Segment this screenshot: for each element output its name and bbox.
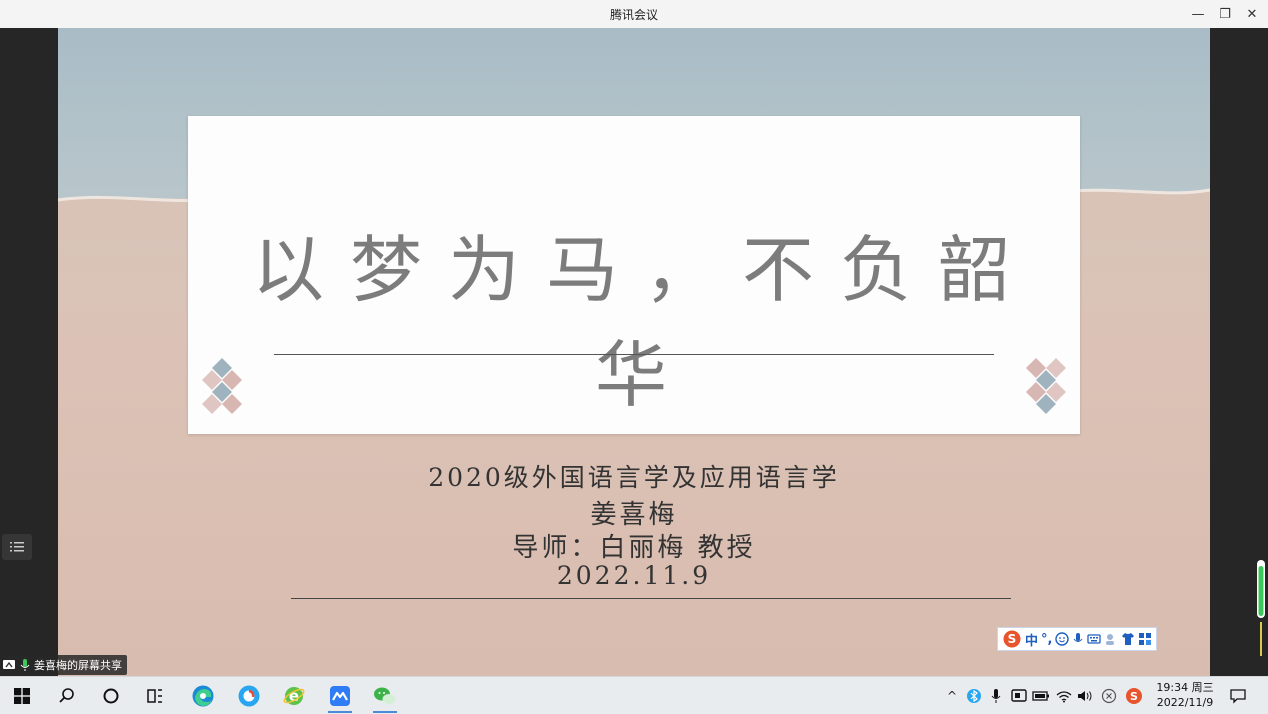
taskbar: e ^ S 19:34 周三 2022/11/9 (0, 676, 1268, 714)
speaker-icon (1078, 690, 1092, 701)
tray-meeting-tool[interactable] (1009, 677, 1029, 714)
svg-text:S: S (1130, 690, 1138, 703)
svg-text:S: S (1008, 632, 1017, 646)
battery-icon (1032, 690, 1049, 701)
member-list-toggle[interactable] (2, 534, 32, 560)
advisor-line: 导师：白丽梅 教授 (512, 533, 756, 563)
bottom-divider (291, 598, 1011, 599)
show-hidden-icons-button[interactable]: ^ (944, 677, 960, 714)
sogou-logo-icon[interactable]: S (1002, 630, 1022, 648)
taskbar-tencent-meeting[interactable] (320, 677, 360, 714)
close-button[interactable]: ✕ (1241, 4, 1263, 24)
skin-shirt-icon[interactable] (1121, 632, 1135, 646)
diamond-ornament-left (202, 358, 242, 414)
start-button[interactable] (2, 677, 42, 714)
slide-date: 2022.11.9 (556, 561, 712, 590)
taskbar-browser[interactable] (229, 677, 269, 714)
toolbox-grid-icon[interactable] (1138, 632, 1152, 646)
diamond-ornament-right (1026, 358, 1066, 414)
ie-browser-icon: e (283, 686, 305, 705)
volume-level-indicator (1257, 560, 1265, 656)
title-card: 以梦为马，不负韶华 (188, 116, 1080, 434)
taskbar-wechat[interactable] (365, 677, 405, 714)
tray-battery[interactable] (1031, 677, 1051, 714)
microphone-icon (20, 659, 30, 671)
microphone-icon (991, 688, 1001, 703)
tray-app-icon[interactable] (964, 677, 984, 714)
tray-status[interactable] (1099, 677, 1119, 714)
taskbar-ie[interactable]: e (274, 677, 314, 714)
tray-wifi[interactable] (1054, 677, 1074, 714)
screen-share-label: 姜喜梅的屏幕共享 (0, 655, 127, 675)
search-button[interactable] (47, 677, 87, 714)
ime-language-toggle[interactable]: 中 (1025, 630, 1038, 649)
title-bar: 腾讯会议 — ❐ ✕ (0, 0, 1268, 28)
bluetooth-app-icon (967, 688, 981, 703)
restore-button[interactable]: ❐ (1214, 4, 1236, 24)
taskbar-edge[interactable] (183, 677, 223, 714)
voice-input-icon[interactable] (1072, 632, 1084, 646)
list-icon (10, 542, 24, 552)
share-label-text: 姜喜梅的屏幕共享 (34, 659, 122, 672)
user-icon[interactable] (1104, 632, 1118, 646)
class-line: 2020级外国语言学及应用语言学 (428, 463, 840, 492)
action-center-button[interactable] (1226, 677, 1250, 714)
ime-toolbar: S 中 °, (997, 627, 1158, 651)
task-view-icon (147, 688, 162, 703)
search-icon (59, 687, 74, 703)
window-title: 腾讯会议 (609, 8, 658, 22)
sogou-ime-icon: S (1126, 687, 1142, 704)
wifi-icon (1056, 690, 1072, 702)
clock-date: 2022/11/9 (1156, 696, 1214, 709)
minimize-button[interactable]: — (1187, 4, 1209, 24)
task-view-button[interactable] (135, 677, 175, 714)
share-screen-icon (3, 660, 15, 669)
wechat-icon (374, 687, 396, 704)
shared-slide: 以梦为马，不负韶华 2020级外国语言学及应用语言学 姜喜梅 导师：白丽梅 教授… (58, 28, 1210, 676)
student-name: 姜喜梅 (590, 500, 678, 530)
emoji-icon[interactable] (1055, 632, 1070, 646)
clock-time: 19:34 周三 (1156, 681, 1214, 694)
close-circle-icon (1101, 688, 1117, 703)
cortana-circle-icon (103, 688, 119, 703)
taskbar-clock[interactable]: 19:34 周三 2022/11/9 (1153, 680, 1217, 710)
screen-tool-icon (1011, 688, 1027, 702)
meeting-view: 以梦为马，不负韶华 2020级外国语言学及应用语言学 姜喜梅 导师：白丽梅 教授… (0, 28, 1268, 676)
ime-punctuation-toggle[interactable]: °, (1041, 632, 1052, 647)
edge-browser-icon (192, 685, 214, 706)
windows-logo-icon (14, 687, 30, 704)
tencent-meeting-icon (330, 685, 350, 706)
slide-headline: 以梦为马，不负韶华 (251, 228, 1036, 417)
tray-microphone[interactable] (987, 677, 1005, 714)
card-divider (274, 354, 994, 355)
keyboard-icon[interactable] (1087, 633, 1102, 645)
browser-blue-icon (238, 685, 260, 706)
tray-sogou[interactable]: S (1123, 677, 1145, 714)
cortana-button[interactable] (91, 677, 131, 714)
tray-volume[interactable] (1076, 677, 1096, 714)
notification-icon (1230, 688, 1246, 704)
